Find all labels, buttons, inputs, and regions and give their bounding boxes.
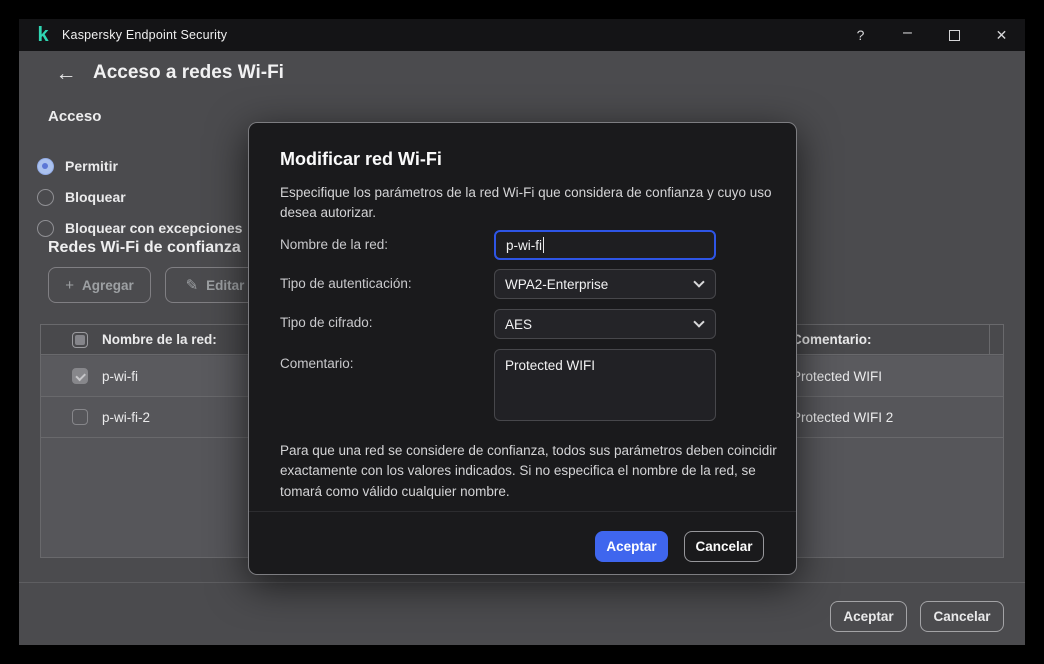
app-title: Kaspersky Endpoint Security <box>62 19 227 51</box>
chevron-down-icon <box>693 316 704 327</box>
modify-wifi-dialog: Modificar red Wi-Fi Especifique los pará… <box>248 122 797 575</box>
footer-divider <box>19 582 1025 583</box>
row-checkbox[interactable] <box>72 409 88 425</box>
cipher-type-label: Tipo de cifrado: <box>280 315 373 330</box>
row-checkbox-checked[interactable] <box>72 368 88 384</box>
auth-type-value: WPA2-Enterprise <box>505 277 608 292</box>
dialog-cancel-button[interactable]: Cancelar <box>684 531 764 562</box>
text-caret <box>543 237 544 253</box>
page-title: Acceso a redes Wi-Fi <box>93 62 284 84</box>
titlebar: k Kaspersky Endpoint Security ? – ✕ <box>19 19 1025 51</box>
scrollbar-gutter <box>989 325 1003 355</box>
radio-label: Bloquear <box>65 189 126 205</box>
network-name-input[interactable]: p-wi-fi <box>494 230 716 260</box>
network-comment-cell: Protected WIFI <box>792 356 882 396</box>
close-icon[interactable]: ✕ <box>978 19 1025 51</box>
comment-textarea[interactable]: Protected WIFI <box>494 349 716 421</box>
edit-label: Editar <box>206 278 244 293</box>
name-column-header: Nombre de la red: <box>102 325 217 354</box>
kaspersky-logo-icon: k <box>33 25 53 45</box>
comment-value: Protected WIFI <box>505 358 595 373</box>
radio-permitir[interactable]: Permitir <box>37 156 118 176</box>
auth-type-select[interactable]: WPA2-Enterprise <box>494 269 716 299</box>
dialog-footer-divider <box>249 511 796 512</box>
add-label: Agregar <box>82 278 134 293</box>
trusted-section-title: Redes Wi-Fi de confianza <box>48 239 241 257</box>
radio-selected-icon <box>37 158 54 175</box>
comment-label: Comentario: <box>280 356 354 371</box>
auth-type-label: Tipo de autenticación: <box>280 276 412 291</box>
dialog-description: Especifique los parámetros de la red Wi-… <box>280 183 772 222</box>
radio-bloquear[interactable]: Bloquear <box>37 187 126 207</box>
app-window: k Kaspersky Endpoint Security ? – ✕ ← Ac… <box>19 19 1025 645</box>
network-comment-cell: Protected WIFI 2 <box>792 397 893 437</box>
accept-button[interactable]: Aceptar <box>830 601 907 632</box>
minimize-icon[interactable]: – <box>884 19 931 51</box>
cipher-type-select[interactable]: AES <box>494 309 716 339</box>
radio-icon <box>37 220 54 237</box>
help-icon[interactable]: ? <box>837 19 884 51</box>
maximize-box <box>949 30 960 41</box>
dialog-accept-button[interactable]: Aceptar <box>595 531 668 562</box>
screen: k Kaspersky Endpoint Security ? – ✕ ← Ac… <box>0 0 1044 664</box>
dialog-title: Modificar red Wi-Fi <box>280 149 442 170</box>
access-section-title: Acceso <box>48 108 101 125</box>
add-network-button[interactable]: + Agregar <box>48 267 151 303</box>
comment-column-header: Comentario: <box>792 325 872 354</box>
cipher-type-value: AES <box>505 317 532 332</box>
dialog-note: Para que una red se considere de confian… <box>280 441 780 502</box>
back-button[interactable]: ← <box>52 60 80 88</box>
chevron-down-icon <box>693 276 704 287</box>
maximize-icon[interactable] <box>931 19 978 51</box>
radio-bloquear-excepciones[interactable]: Bloquear con excepciones <box>37 218 242 238</box>
network-name-cell: p-wi-fi <box>102 356 138 396</box>
network-name-value: p-wi-fi <box>506 238 542 253</box>
radio-label: Permitir <box>65 158 118 174</box>
network-name-label: Nombre de la red: <box>280 237 388 252</box>
radio-icon <box>37 189 54 206</box>
window-controls: ? – ✕ <box>837 19 1025 51</box>
network-name-cell: p-wi-fi-2 <box>102 397 150 437</box>
select-all-checkbox[interactable] <box>72 332 88 348</box>
plus-icon: + <box>65 277 74 294</box>
pencil-icon: ✎ <box>186 276 199 294</box>
cancel-button[interactable]: Cancelar <box>920 601 1004 632</box>
radio-label: Bloquear con excepciones <box>65 220 242 236</box>
